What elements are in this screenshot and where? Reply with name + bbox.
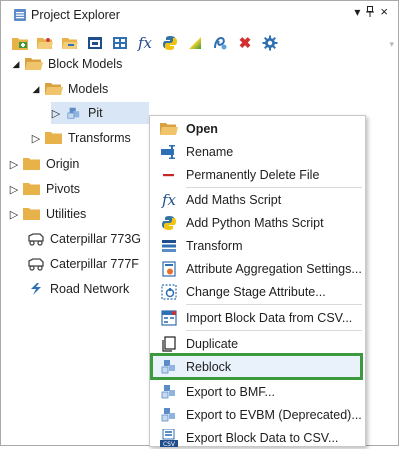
- tree-item-road-network[interactable]: Road Network: [23, 278, 129, 300]
- haul-truck-icon: [28, 233, 44, 246]
- tree-item-label: Block Models: [48, 57, 123, 71]
- project-explorer-panel: Project Explorer ▾ × fx ✖ ▾ ◢ Block Mode…: [0, 0, 399, 447]
- menu-separator: [186, 330, 362, 331]
- window-icon[interactable]: [86, 34, 104, 52]
- tree-item-label: Models: [68, 82, 109, 96]
- tree-item-label: Origin: [46, 157, 80, 171]
- menu-separator: [186, 304, 362, 305]
- rename-icon: [161, 144, 175, 159]
- tree-item-transforms[interactable]: ▷ Transforms: [31, 127, 131, 149]
- folder-icon: [23, 183, 40, 195]
- expand-arrow-icon[interactable]: ▷: [9, 158, 19, 171]
- menu-item-open[interactable]: Open: [150, 117, 365, 140]
- export-bmf-icon: [161, 384, 175, 398]
- menu-item-rename[interactable]: Rename: [150, 140, 365, 163]
- delete-dash-icon: [163, 173, 174, 176]
- open-folder-icon: [160, 122, 178, 135]
- tree-item-label: Caterpillar 777F: [50, 257, 139, 271]
- title-bar: Project Explorer ▾ ×: [1, 1, 398, 30]
- tree-item-models[interactable]: ◢ Models: [31, 78, 109, 100]
- duplicate-icon: [162, 335, 176, 352]
- collapse-arrow-icon[interactable]: ◢: [11, 59, 21, 70]
- tree-item-label: Road Network: [50, 282, 130, 296]
- transform-icon: [162, 239, 176, 252]
- haul-truck-icon: [28, 258, 44, 271]
- gradient-icon[interactable]: [186, 34, 204, 52]
- menu-item-duplicate[interactable]: Duplicate: [150, 332, 365, 355]
- tree-item-origin[interactable]: ▷ Origin: [9, 153, 80, 175]
- curve-icon[interactable]: [211, 34, 229, 52]
- fx-icon: fx: [161, 190, 176, 209]
- block-model-icon: [67, 107, 80, 119]
- panel-options-icon[interactable]: ▾: [354, 5, 360, 19]
- menu-item-permanently-delete[interactable]: Permanently Delete File: [150, 163, 365, 186]
- folder-open-icon: [25, 58, 43, 70]
- stage-attribute-icon: [161, 283, 177, 300]
- expand-arrow-icon[interactable]: ▷: [31, 132, 41, 145]
- tree-item-label: Pit: [88, 106, 103, 120]
- menu-item-attribute-aggregation[interactable]: Attribute Aggregation Settings...: [150, 257, 365, 280]
- panel-title: Project Explorer: [31, 8, 120, 22]
- folder-icon: [23, 158, 40, 170]
- road-network-icon: [31, 283, 41, 295]
- tree-item-pit[interactable]: ▷ Pit: [51, 102, 149, 124]
- import-csv-icon: [161, 309, 177, 326]
- open-folder-icon[interactable]: [36, 34, 54, 52]
- menu-item-add-python-maths-script[interactable]: Add Python Maths Script: [150, 211, 365, 234]
- aggregation-settings-icon: [162, 260, 176, 277]
- folder-open-icon: [45, 83, 63, 95]
- close-icon[interactable]: ✖: [236, 34, 254, 52]
- collapse-arrow-icon[interactable]: ◢: [31, 84, 41, 95]
- menu-item-import-block-data-csv[interactable]: Import Block Data from CSV...: [150, 306, 365, 329]
- menu-item-export-bmf[interactable]: Export to BMF...: [150, 380, 365, 403]
- expand-arrow-icon[interactable]: ▷: [9, 183, 19, 196]
- table-icon[interactable]: [111, 34, 129, 52]
- close-panel-icon[interactable]: ×: [380, 4, 388, 19]
- folder-icon: [23, 208, 40, 220]
- tree-item-label: Transforms: [68, 131, 131, 145]
- expand-arrow-icon[interactable]: ▷: [51, 107, 61, 120]
- export-evbm-icon: [161, 407, 175, 421]
- gear-icon[interactable]: [261, 34, 279, 52]
- python-icon: [162, 215, 176, 230]
- reblock-icon: [161, 359, 175, 373]
- toolbar-overflow-icon[interactable]: ▾: [389, 39, 394, 50]
- tree-item-label: Utilities: [46, 207, 87, 221]
- fx-icon[interactable]: fx: [136, 34, 154, 52]
- tree-item-utilities[interactable]: ▷ Utilities: [9, 203, 87, 225]
- tree-item-pivots[interactable]: ▷ Pivots: [9, 178, 80, 200]
- folder-go-icon[interactable]: [61, 34, 79, 52]
- export-csv-icon: CSV: [160, 428, 178, 447]
- menu-item-add-maths-script[interactable]: fx Add Maths Script: [150, 188, 365, 211]
- pin-icon[interactable]: [366, 6, 375, 17]
- panel-menu-icon[interactable]: [14, 9, 26, 21]
- menu-item-change-stage-attribute[interactable]: Change Stage Attribute...: [150, 280, 365, 303]
- tree-item-caterpillar-773g[interactable]: Caterpillar 773G: [23, 228, 141, 250]
- context-menu: Open Rename Permanently Delete File fx A…: [149, 115, 366, 447]
- menu-item-export-evbm[interactable]: Export to EVBM (Deprecated)...: [150, 403, 365, 426]
- menu-item-reblock[interactable]: Reblock: [150, 353, 363, 380]
- new-folder-icon[interactable]: [11, 34, 29, 52]
- tree-item-label: Caterpillar 773G: [50, 232, 142, 246]
- tree-item-label: Pivots: [46, 182, 81, 196]
- python-icon[interactable]: [161, 34, 179, 52]
- folder-icon: [45, 132, 62, 144]
- tree-item-caterpillar-777f[interactable]: Caterpillar 777F: [23, 253, 139, 275]
- menu-item-transform[interactable]: Transform: [150, 234, 365, 257]
- expand-arrow-icon[interactable]: ▷: [9, 208, 19, 221]
- tree-item-block-models[interactable]: ◢ Block Models: [11, 53, 123, 75]
